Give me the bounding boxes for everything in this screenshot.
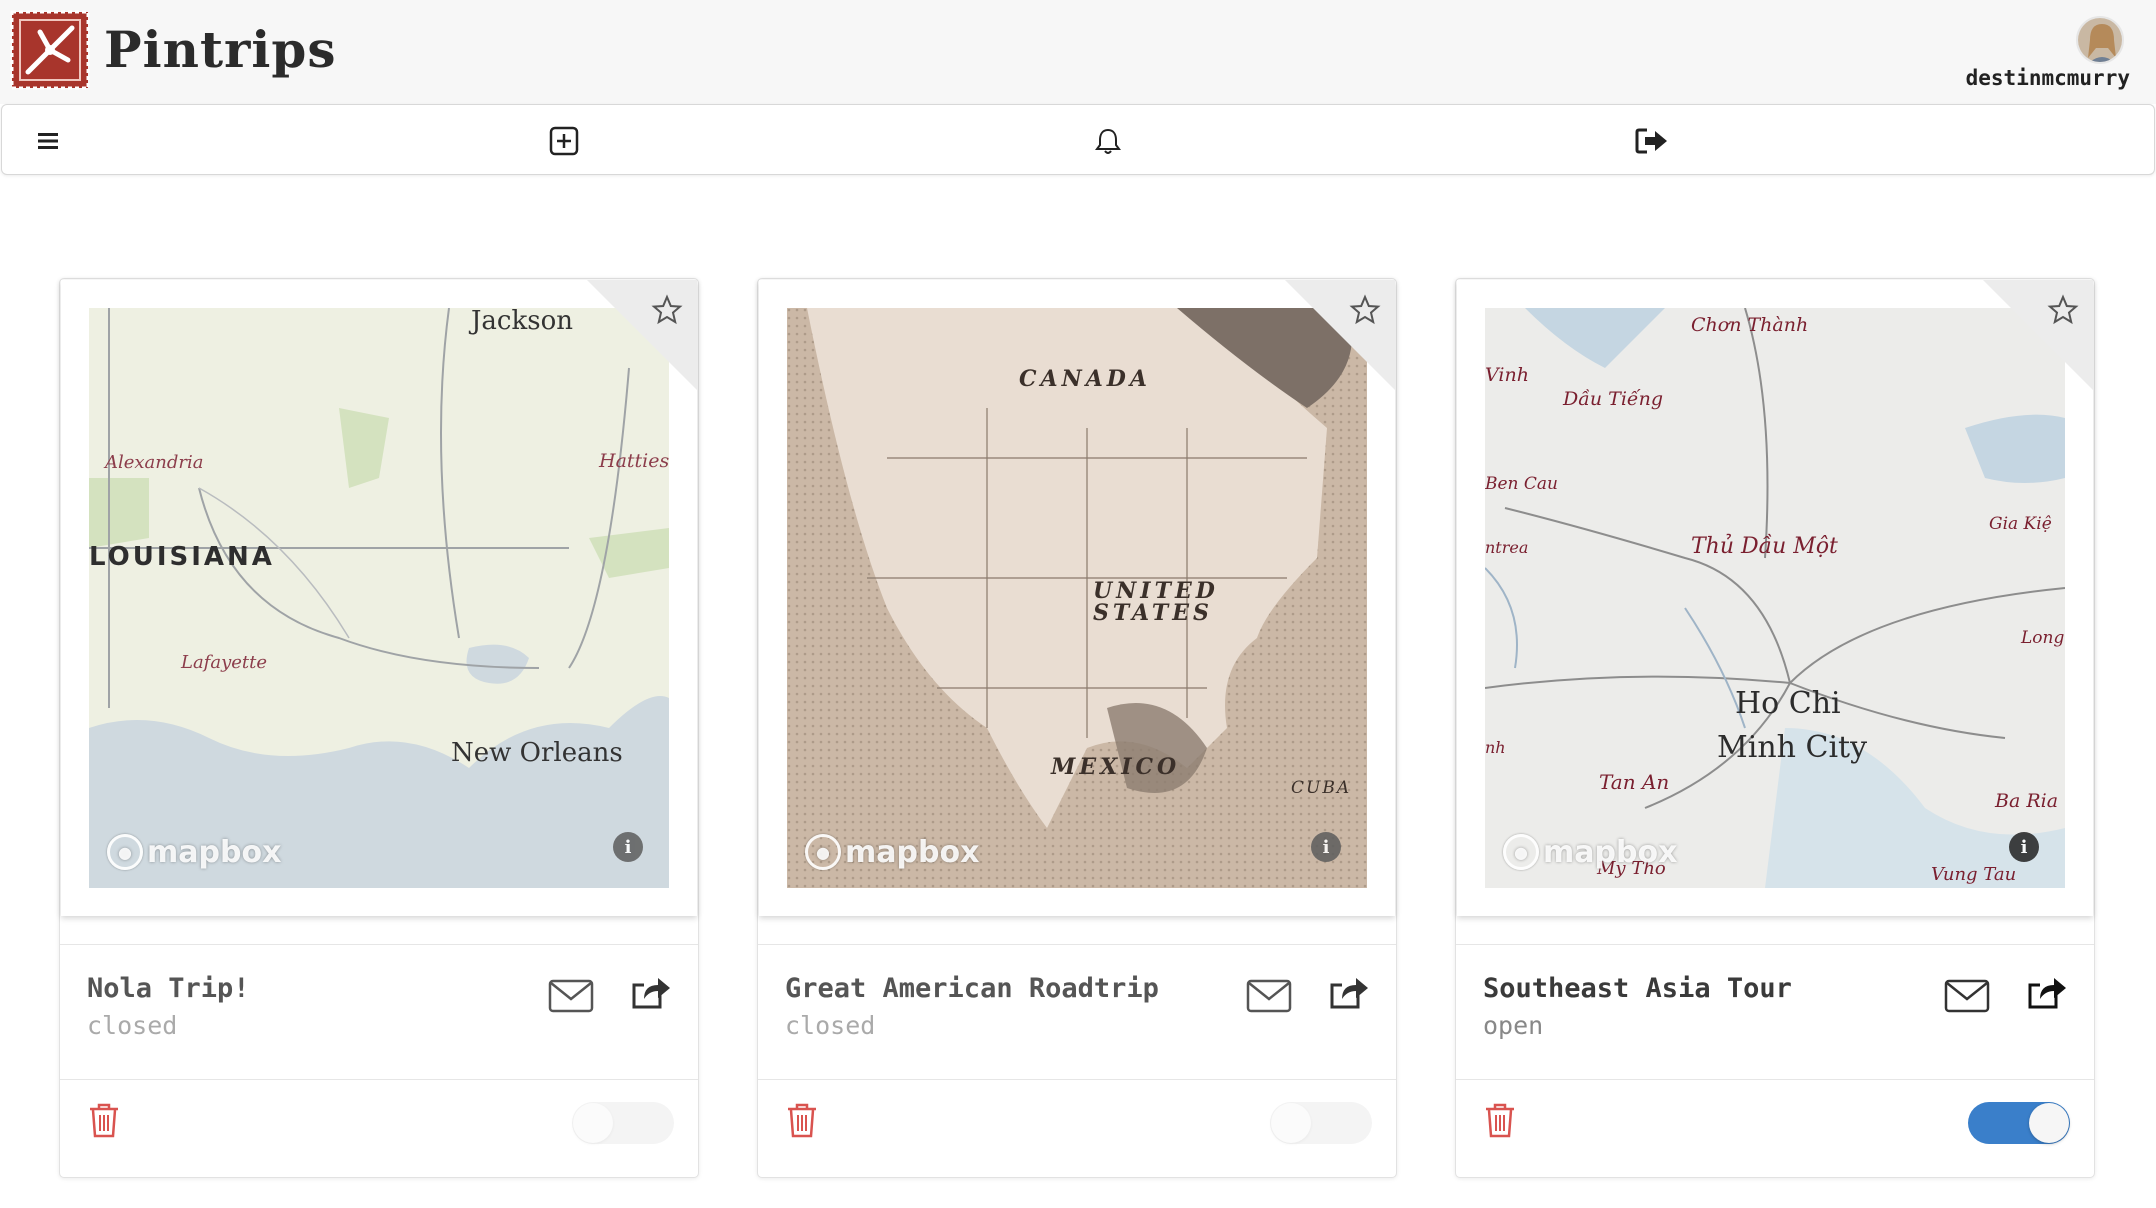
logout-icon[interactable] bbox=[1634, 123, 1670, 159]
mapbox-label: mapbox bbox=[1543, 834, 1678, 870]
info-icon[interactable]: i bbox=[613, 832, 643, 862]
share-icon[interactable] bbox=[2026, 973, 2068, 1013]
mapbox-label: mapbox bbox=[845, 834, 980, 870]
mail-icon[interactable] bbox=[1246, 975, 1292, 1015]
mail-icon[interactable] bbox=[1944, 975, 1990, 1015]
map-label: Vung Tau bbox=[1931, 864, 2017, 885]
map-label: Tan An bbox=[1599, 770, 1670, 794]
trip-map-louisiana[interactable]: Jackson Alexandria Hatties LOUISIANA Laf… bbox=[89, 308, 669, 888]
map-label: Dầu Tiếng bbox=[1563, 388, 1663, 410]
toggle-knob bbox=[1271, 1103, 1311, 1143]
trash-icon[interactable] bbox=[88, 1101, 120, 1139]
map-label: Minh City bbox=[1717, 730, 1868, 765]
menu-icon[interactable] bbox=[30, 123, 66, 159]
star-icon[interactable] bbox=[651, 294, 683, 326]
divider bbox=[60, 944, 698, 945]
mapbox-logo[interactable]: ● mapbox bbox=[805, 834, 979, 870]
trip-map-frame: Chơn Thành Vinh Dầu Tiếng Ben Cau Gia Ki… bbox=[1457, 280, 2093, 916]
mapbox-label: mapbox bbox=[147, 834, 282, 870]
trip-title[interactable]: Nola Trip! bbox=[87, 973, 250, 1004]
map-label: Lafayette bbox=[181, 652, 268, 673]
trip-card-roadtrip[interactable]: CANADA UNITED STATES MEXICO CUBA ● mapbox… bbox=[757, 278, 1397, 1178]
divider bbox=[758, 1079, 1396, 1080]
trip-status: open bbox=[1483, 1011, 1544, 1040]
toolbar bbox=[1, 104, 2155, 175]
trip-title[interactable]: Southeast Asia Tour bbox=[1483, 973, 1792, 1004]
map-label: CANADA bbox=[1019, 366, 1151, 392]
map-label: nh bbox=[1485, 738, 1506, 757]
trip-open-toggle[interactable] bbox=[572, 1102, 674, 1144]
map-label: Long bbox=[2021, 628, 2065, 648]
app-header: Pintrips destinmcmurry bbox=[0, 0, 2156, 104]
trip-map-vietnam[interactable]: Chơn Thành Vinh Dầu Tiếng Ben Cau Gia Ki… bbox=[1485, 308, 2065, 888]
map-label: MEXICO bbox=[1051, 754, 1181, 780]
share-icon[interactable] bbox=[1328, 973, 1370, 1013]
trip-card-nola[interactable]: Jackson Alexandria Hatties LOUISIANA Laf… bbox=[59, 278, 699, 1178]
mail-icon[interactable] bbox=[548, 975, 594, 1015]
avatar[interactable] bbox=[2076, 16, 2124, 64]
map-label: Ho Chi bbox=[1735, 686, 1841, 721]
mapbox-icon: ● bbox=[107, 834, 143, 870]
info-icon[interactable]: i bbox=[1311, 832, 1341, 862]
trip-map-frame: Jackson Alexandria Hatties LOUISIANA Laf… bbox=[61, 280, 697, 916]
map-label: ntrea bbox=[1485, 538, 1529, 557]
trip-status: closed bbox=[785, 1011, 876, 1040]
username[interactable]: destinmcmurry bbox=[1966, 66, 2130, 90]
divider bbox=[758, 944, 1396, 945]
map-label: Chơn Thành bbox=[1691, 314, 1809, 336]
trip-title[interactable]: Great American Roadtrip bbox=[785, 973, 1159, 1004]
star-icon[interactable] bbox=[2047, 294, 2079, 326]
trip-map-north-america[interactable]: CANADA UNITED STATES MEXICO CUBA ● mapbox… bbox=[787, 308, 1367, 888]
share-icon[interactable] bbox=[630, 973, 672, 1013]
bell-icon[interactable] bbox=[1090, 123, 1126, 159]
divider bbox=[1456, 944, 2094, 945]
divider bbox=[60, 1079, 698, 1080]
map-label: New Orleans bbox=[451, 738, 623, 768]
map-label: Vinh bbox=[1485, 364, 1529, 386]
trash-icon[interactable] bbox=[1484, 1101, 1516, 1139]
info-icon[interactable]: i bbox=[2009, 832, 2039, 862]
map-label: Ba Ria bbox=[1995, 790, 2059, 812]
trip-open-toggle[interactable] bbox=[1968, 1102, 2070, 1144]
map-label: Hatties bbox=[599, 450, 669, 472]
mapbox-icon: ● bbox=[1503, 834, 1539, 870]
divider bbox=[1456, 1079, 2094, 1080]
map-label: Thủ Dầu Một bbox=[1691, 534, 1838, 559]
mapbox-logo[interactable]: ● mapbox bbox=[107, 834, 281, 870]
map-label: LOUISIANA bbox=[89, 542, 275, 572]
mapbox-icon: ● bbox=[805, 834, 841, 870]
trip-open-toggle[interactable] bbox=[1270, 1102, 1372, 1144]
trash-icon[interactable] bbox=[786, 1101, 818, 1139]
pintrips-logo[interactable] bbox=[10, 10, 90, 90]
toggle-knob bbox=[2029, 1103, 2069, 1143]
brand-name[interactable]: Pintrips bbox=[104, 20, 337, 79]
star-icon[interactable] bbox=[1349, 294, 1381, 326]
trip-status: closed bbox=[87, 1011, 178, 1040]
map-label: Gia Kiệ bbox=[1989, 514, 2052, 534]
map-label: STATES bbox=[1093, 600, 1213, 626]
trip-map-frame: CANADA UNITED STATES MEXICO CUBA ● mapbox… bbox=[759, 280, 1395, 916]
map-label: Alexandria bbox=[105, 452, 204, 473]
map-label: Ben Cau bbox=[1485, 474, 1558, 494]
map-label: CUBA bbox=[1291, 778, 1352, 798]
map-label: Jackson bbox=[471, 308, 573, 336]
toggle-knob bbox=[573, 1103, 613, 1143]
add-trip-icon[interactable] bbox=[546, 123, 582, 159]
mapbox-logo[interactable]: ● mapbox bbox=[1503, 834, 1677, 870]
trip-card-southeast-asia[interactable]: Chơn Thành Vinh Dầu Tiếng Ben Cau Gia Ki… bbox=[1455, 278, 2095, 1178]
